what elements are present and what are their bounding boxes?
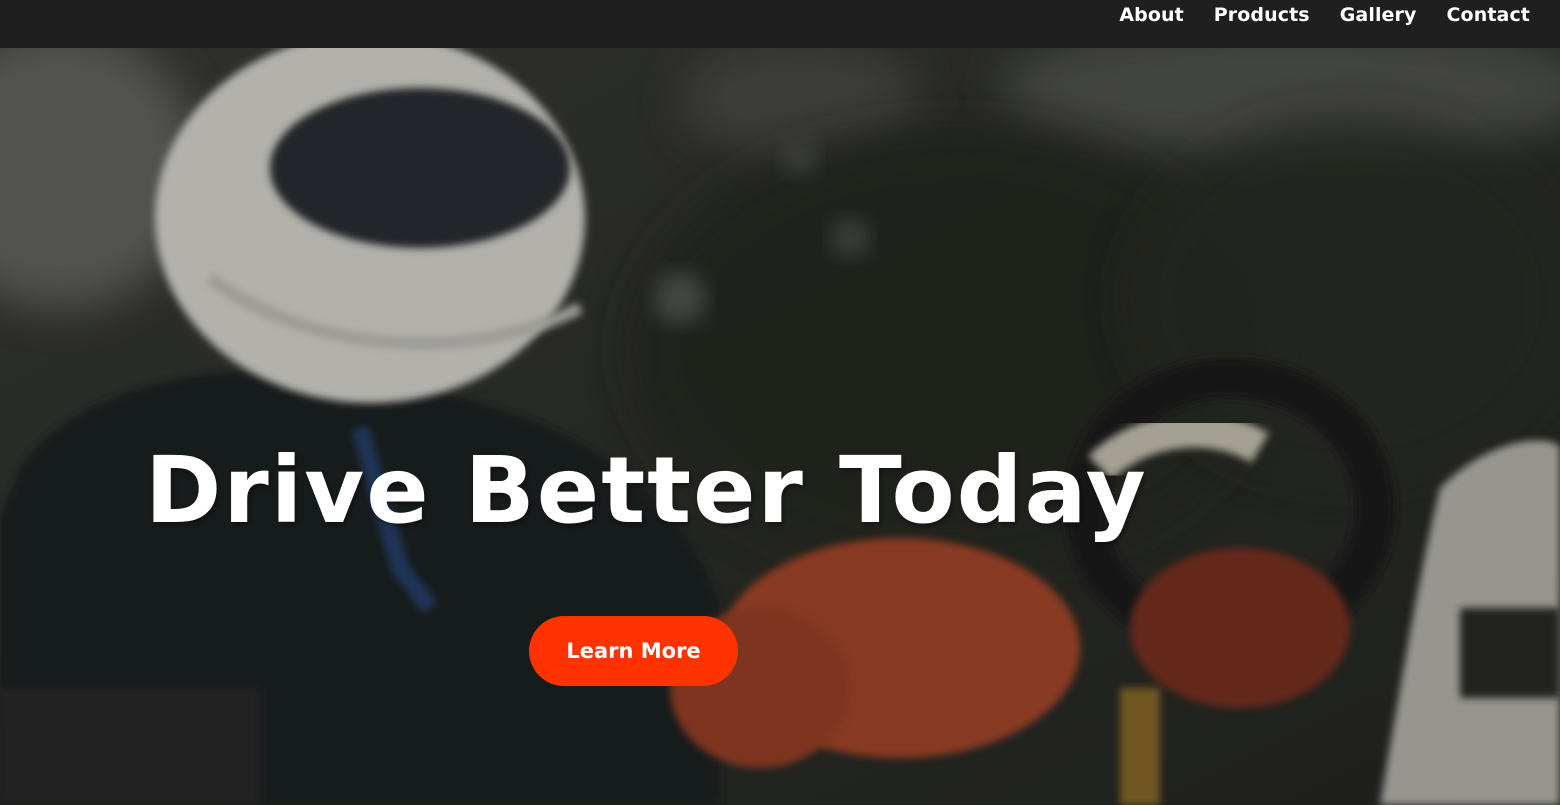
nav-link-about[interactable]: About <box>1119 4 1183 26</box>
nav-link-products[interactable]: Products <box>1214 4 1310 26</box>
learn-more-button[interactable]: Learn More <box>529 616 738 686</box>
nav-link-gallery[interactable]: Gallery <box>1340 4 1417 26</box>
main-nav: About Products Gallery Contact <box>1119 0 1530 30</box>
nav-link-contact[interactable]: Contact <box>1447 4 1530 26</box>
hero-section: Drive Better Today Learn More <box>0 48 1560 805</box>
top-navbar: About Products Gallery Contact <box>0 0 1560 48</box>
hero-dark-overlay <box>0 48 1560 805</box>
hero-title: Drive Better Today <box>145 437 1148 544</box>
